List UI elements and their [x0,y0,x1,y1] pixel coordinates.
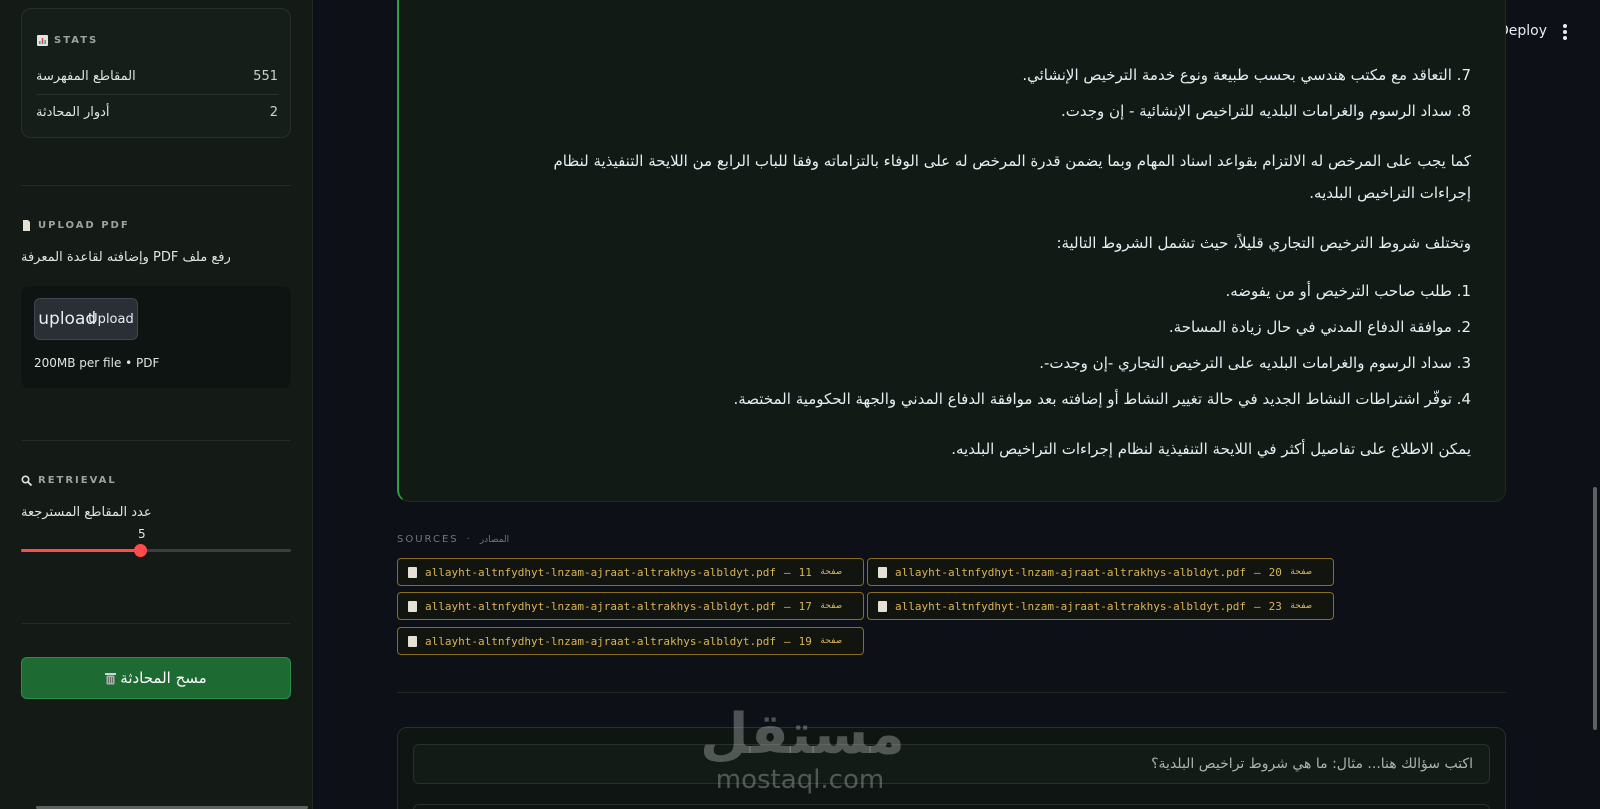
document-icon [878,566,887,578]
bar-chart-icon [37,35,48,46]
sources-label: SOURCES · المصادر [397,534,509,545]
sidebar-divider [21,440,291,441]
trash-icon [105,672,117,684]
kebab-menu-icon[interactable] [1563,24,1567,40]
retrieval-slider-label: عدد المقاطع المسترجعة [21,505,152,520]
source-file: allayht-altnfydhyt-lnzam-ajraat-altrakhy… [895,599,1246,613]
sources-label-text: SOURCES [397,534,459,545]
main-scrollbar[interactable] [1593,487,1597,730]
sidebar: STATS المقاطع المفهرسة 551 أدوار المحادث… [0,0,313,809]
magnifier-icon [21,475,32,486]
message-line: 7. التعاقد مع مكتب هندسي بحسب طبيعة ونوع… [1022,66,1471,84]
assistant-message: 7. التعاقد مع مكتب هندسي بحسب طبيعة ونوع… [397,0,1506,502]
chat-input[interactable] [413,744,1490,784]
chat-input-card [397,727,1506,809]
source-chip[interactable]: allayht-altnfydhyt-lnzam-ajraat-altrakhy… [867,558,1334,586]
source-dash: — [784,565,791,579]
upload-title: UPLOAD PDF [21,220,130,231]
stat-label: أدوار المحادثة [36,105,110,120]
sources-separator: · [466,534,472,545]
source-page: 23 [1268,599,1282,613]
source-chip[interactable]: allayht-altnfydhyt-lnzam-ajraat-altrakhy… [397,592,864,620]
message-line: 3. سداد الرسوم والغرامات البلديه على الت… [1039,354,1471,372]
source-page-label: صفحة [819,636,842,646]
source-page-label: صفحة [819,601,842,611]
sidebar-divider [21,185,291,186]
upload-button-label: Upload [88,311,134,327]
stat-value: 2 [269,105,278,120]
retrieval-slider[interactable] [21,544,291,557]
upload-title-text: UPLOAD PDF [38,220,130,231]
watermark: مستقل mostaql.com [700,702,905,796]
message-line: 4. توفّر اشتراطات النشاط الجديد في حالة … [733,390,1471,408]
message-line: إجراءات التراخيص البلديه. [1309,184,1471,202]
sources-label-ar: المصادر [479,534,510,545]
message-line: وتختلف شروط الترخيص التجاري قليلاً، حيث … [1056,234,1471,252]
slider-thumb[interactable] [133,544,147,557]
stat-value: 551 [253,69,278,84]
source-chip[interactable]: allayht-altnfydhyt-lnzam-ajraat-altrakhy… [397,558,864,586]
message-line: كما يجب على المرخص له الالتزام بقواعد اس… [553,152,1471,170]
app-root: STATS المقاطع المفهرسة 551 أدوار المحادث… [0,0,1600,809]
slider-fill [21,549,140,552]
source-file: allayht-altnfydhyt-lnzam-ajraat-altrakhy… [425,599,776,613]
stats-card: STATS المقاطع المفهرسة 551 أدوار المحادث… [21,8,291,138]
source-dash: — [784,634,791,648]
stats-title: STATS [37,35,98,46]
source-file: allayht-altnfydhyt-lnzam-ajraat-altrakhy… [895,565,1246,579]
upload-dropzone[interactable]: upload Upload 200MB per file • PDF [21,286,291,388]
message-line: يمكن الاطلاع على تفاصيل أكثر في اللايحة … [951,440,1471,458]
retrieval-title-text: RETRIEVAL [38,475,117,486]
source-dash: — [1254,565,1261,579]
upload-limit-note: 200MB per file • PDF [34,356,160,370]
source-page: 11 [798,565,812,579]
document-icon [408,635,417,647]
message-line: 1. طلب صاحب الترخيص أو من يفوضه. [1225,282,1471,300]
upload-description: رفع ملف PDF وإضافته لقاعدة المعرفة [21,250,231,265]
input-secondary-area [413,804,1490,809]
message-line: 2. موافقة الدفاع المدني في حال زيادة الم… [1168,318,1471,336]
stat-row-indexed: المقاطع المفهرسة 551 [36,69,278,95]
sidebar-divider [21,623,291,624]
stat-label: المقاطع المفهرسة [36,69,136,84]
source-chip[interactable]: allayht-altnfydhyt-lnzam-ajraat-altrakhy… [397,627,864,655]
retrieval-slider-value: 5 [138,527,146,541]
source-page-label: صفحة [819,567,842,577]
source-page-label: صفحة [1289,567,1312,577]
document-icon [408,566,417,578]
watermark-url: mostaql.com [715,765,885,795]
stats-title-text: STATS [54,35,99,46]
source-page: 20 [1268,565,1282,579]
document-icon [23,220,30,231]
retrieval-title: RETRIEVAL [21,475,117,486]
clear-chat-button[interactable]: مسح المحادثة [21,657,291,699]
source-page-label: صفحة [1289,601,1312,611]
watermark-arabic: مستقل [700,702,905,767]
source-file: allayht-altnfydhyt-lnzam-ajraat-altrakhy… [425,565,776,579]
upload-button[interactable]: upload Upload [34,298,138,340]
source-chip[interactable]: allayht-altnfydhyt-lnzam-ajraat-altrakhy… [867,592,1334,620]
clear-chat-label: مسح المحادثة [120,669,207,687]
source-page: 17 [798,599,812,613]
main-divider [397,692,1506,693]
message-line: 8. سداد الرسوم والغرامات البلديه للتراخي… [1061,102,1471,120]
source-dash: — [784,599,791,613]
document-icon [878,600,887,612]
stat-row-turns: أدوار المحادثة 2 [36,105,278,120]
source-page: 19 [798,634,812,648]
document-icon [408,600,417,612]
source-file: allayht-altnfydhyt-lnzam-ajraat-altrakhy… [425,634,776,648]
source-dash: — [1254,599,1261,613]
